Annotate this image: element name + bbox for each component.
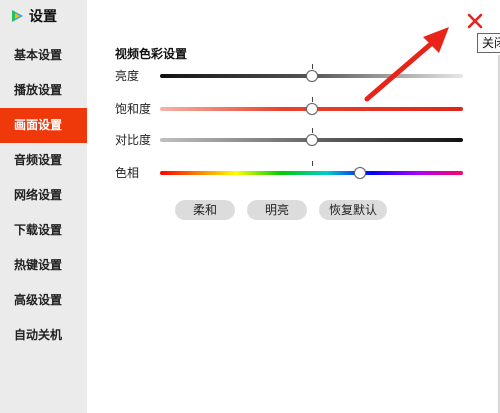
contrast-row: 对比度 <box>115 128 475 150</box>
contrast-label: 对比度 <box>115 133 152 147</box>
sidebar-item-picture[interactable]: 画面设置 <box>0 108 87 143</box>
section-title: 视频色彩设置 <box>115 47 188 61</box>
sidebar-nav: 基本设置 播放设置 画面设置 音频设置 网络设置 下载设置 热键设置 高级设置 … <box>0 38 87 353</box>
sidebar-item-playback[interactable]: 播放设置 <box>0 73 87 108</box>
saturation-slider[interactable] <box>160 97 463 115</box>
sidebar-item-advanced[interactable]: 高级设置 <box>0 283 87 318</box>
preset-buttons: 柔和 明亮 恢复默认 <box>175 200 399 222</box>
contrast-slider[interactable] <box>160 128 463 146</box>
contrast-thumb[interactable] <box>305 134 318 146</box>
annotation-arrow-icon <box>364 27 449 102</box>
sidebar-item-audio[interactable]: 音频设置 <box>0 143 87 178</box>
slider-tick <box>311 128 313 133</box>
brightness-thumb[interactable] <box>305 70 318 82</box>
sidebar-item-hotkeys[interactable]: 热键设置 <box>0 248 87 283</box>
close-button[interactable] <box>464 10 486 32</box>
saturation-label: 饱和度 <box>115 102 152 116</box>
slider-tick <box>311 161 313 166</box>
close-icon <box>467 13 483 29</box>
bright-preset-button[interactable]: 明亮 <box>247 200 308 220</box>
hue-label: 色相 <box>115 166 140 180</box>
sidebar-item-basic[interactable]: 基本设置 <box>0 38 87 73</box>
sidebar: 设置 基本设置 播放设置 画面设置 音频设置 网络设置 下载设置 热键设置 高级… <box>0 0 87 413</box>
sidebar-item-auto-shutdown[interactable]: 自动关机 <box>0 318 87 353</box>
sidebar-item-network[interactable]: 网络设置 <box>0 178 87 213</box>
hue-thumb[interactable] <box>353 167 366 179</box>
reset-default-button[interactable]: 恢复默认 <box>319 200 388 220</box>
brightness-label: 亮度 <box>115 69 140 83</box>
app-logo-icon <box>12 10 23 22</box>
content-panel: 视频色彩设置 亮度 饱和度 对比度 色相 柔和 明亮 恢复默认 关 <box>87 0 500 413</box>
saturation-thumb[interactable] <box>305 103 318 115</box>
hue-row: 色相 <box>115 161 475 183</box>
close-tooltip: 关闭 <box>477 33 500 53</box>
sidebar-header: 设置 <box>10 6 57 26</box>
slider-tick <box>311 64 313 69</box>
app-title: 设置 <box>29 9 57 25</box>
soft-preset-button[interactable]: 柔和 <box>175 200 236 220</box>
sidebar-item-download[interactable]: 下载设置 <box>0 213 87 248</box>
hue-slider[interactable] <box>160 161 463 179</box>
slider-tick <box>311 97 313 102</box>
